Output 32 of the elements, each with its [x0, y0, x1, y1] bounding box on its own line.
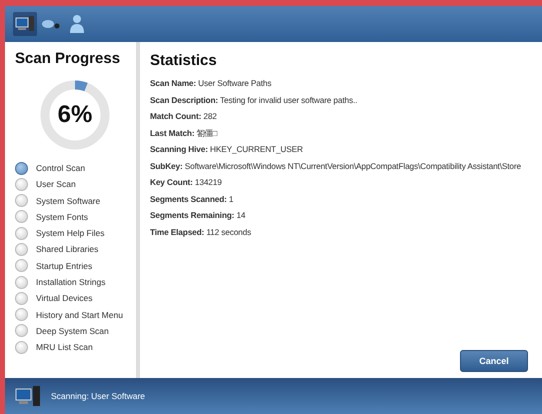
progress-percent: 6% — [56, 100, 94, 130]
scan-step-label: Control Scan — [36, 163, 86, 173]
statistic-line: SubKey: Software\Microsoft\Windows NT\CurrentVersion\AppCompatFlags\Compatibility Assistant\Store — [150, 160, 522, 173]
computer-icon — [15, 385, 41, 407]
mouse-icon — [41, 18, 61, 30]
statistic-line: Scan Description: Testing for invalid user software paths.. — [150, 94, 358, 107]
scan-step-label: Installation Strings — [36, 277, 106, 288]
statistic-line: Scan Name: User Software Paths — [150, 77, 272, 90]
statistic-line: Segments Remaining: 14 — [150, 209, 246, 222]
scan-step-label: Startup Entries — [36, 260, 92, 271]
user-icon — [69, 14, 85, 34]
statistic-line: Segments Scanned: 1 — [150, 192, 234, 206]
statistic-line: Last Match: 匒僵□ — [150, 126, 218, 140]
scan-step-label: System Fonts — [36, 212, 88, 222]
toolbar-button[interactable] — [13, 12, 37, 36]
scan-step-label: History and Start Menu — [36, 310, 123, 320]
statistic-line: Scanning Hive: HKEY_CURRENT_USER — [150, 143, 304, 156]
scan-step-label: User Scan — [36, 179, 76, 190]
scan-step-label: Shared Libraries — [36, 244, 98, 254]
scan-step-label: System Software — [36, 196, 100, 206]
section-title: Statistics — [150, 52, 218, 69]
statistic-line: Match Count: 282 — [150, 110, 218, 123]
status-text: Scanning: User Software — [51, 391, 146, 401]
scan-step-label: MRU List Scan — [36, 342, 93, 352]
statistic-line: Key Count: 134219 — [150, 176, 223, 189]
scan-step-label: Deep System Scan — [36, 326, 109, 336]
scan-step-label: Virtual Devices — [36, 293, 93, 304]
cancel-button[interactable]: Cancel — [460, 350, 528, 372]
scan-step-label: System Help Files — [36, 228, 104, 238]
computer-icon — [15, 15, 35, 33]
panel-title: Scan Progress — [15, 50, 122, 67]
statistic-line: Time Elapsed: 112 seconds — [150, 226, 252, 239]
